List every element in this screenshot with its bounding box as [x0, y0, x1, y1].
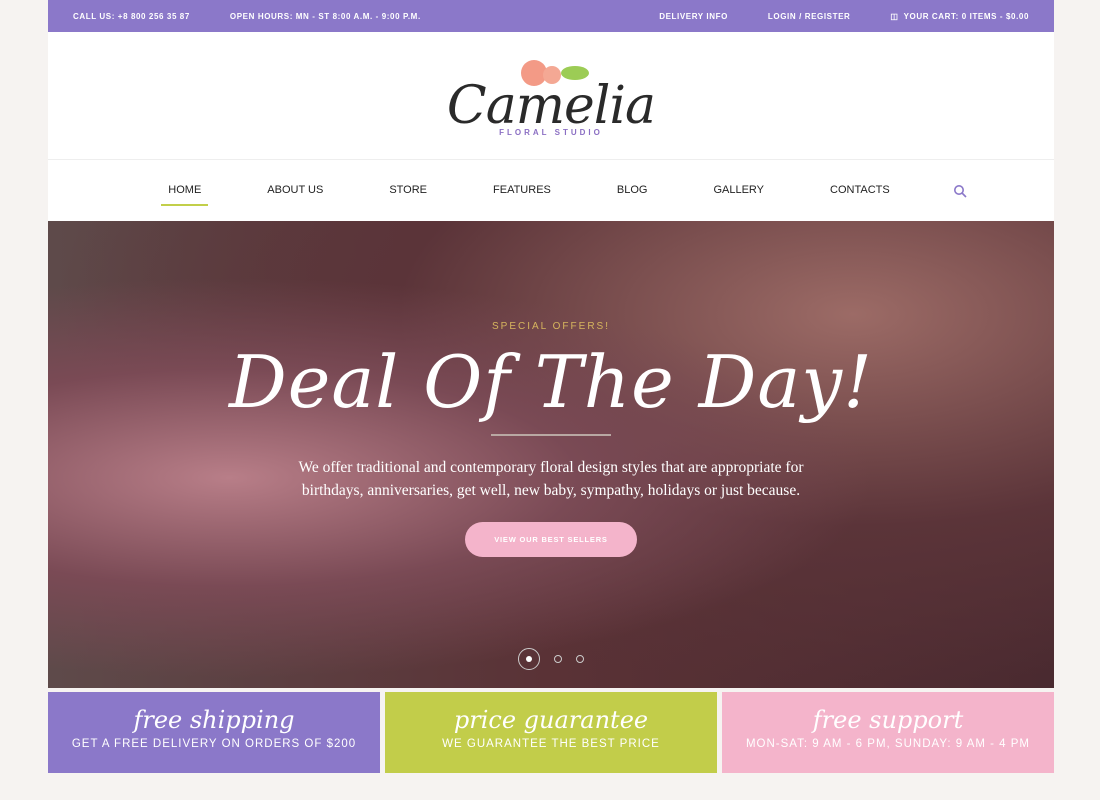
feature-desc: MON-SAT: 9 AM - 6 PM, SUNDAY: 9 AM - 4 P… — [745, 738, 1031, 750]
main-nav: HOME ABOUT US STORE FEATURES BLOG GALLER… — [48, 160, 1054, 221]
feature-desc: WE GUARANTEE THE BEST PRICE — [442, 738, 660, 750]
logo-text: Camelia — [446, 76, 656, 136]
feature-desc: GET A FREE DELIVERY ON ORDERS OF $200 — [71, 738, 357, 750]
phone: CALL US: +8 800 256 35 87 — [73, 11, 190, 21]
nav-contacts[interactable]: CONTACTS — [797, 160, 923, 221]
nav-store[interactable]: STORE — [356, 160, 460, 221]
delivery-info-link[interactable]: DELIVERY INFO — [659, 12, 728, 21]
nav-about[interactable]: ABOUT US — [234, 160, 356, 221]
feature-title: price guarantee — [453, 706, 649, 734]
nav-blog[interactable]: BLOG — [584, 160, 681, 221]
hero-title: Deal Of The Day! — [229, 340, 873, 424]
slider-dots — [48, 648, 1054, 670]
hero-slider: SPECIAL OFFERS! Deal Of The Day! We offe… — [48, 221, 1054, 688]
basket-icon: ◫ — [890, 11, 899, 21]
nav-gallery[interactable]: GALLERY — [680, 160, 797, 221]
search-icon[interactable] — [953, 184, 967, 198]
login-register-link[interactable]: LOGIN / REGISTER — [768, 12, 851, 21]
features-row: free shipping GET A FREE DELIVERY ON ORD… — [48, 692, 1054, 773]
slide-dot-1[interactable] — [518, 648, 540, 670]
feature-support: free support MON-SAT: 9 AM - 6 PM, SUNDA… — [722, 692, 1054, 773]
feature-shipping: free shipping GET A FREE DELIVERY ON ORD… — [48, 692, 380, 773]
nav-features[interactable]: FEATURES — [460, 160, 584, 221]
slide-dot-3[interactable] — [576, 655, 584, 663]
hero-text: We offer traditional and contemporary fl… — [298, 459, 804, 499]
top-bar: CALL US: +8 800 256 35 87 OPEN HOURS: MN… — [48, 0, 1054, 32]
feature-title: free shipping — [133, 706, 295, 734]
feature-title: free support — [812, 706, 964, 734]
slide-dot-2[interactable] — [554, 655, 562, 663]
best-sellers-button[interactable]: VIEW OUR BEST SELLERS — [465, 522, 637, 557]
logo[interactable]: Camelia FLORAL STUDIO — [441, 54, 661, 144]
nav-home[interactable]: HOME — [135, 160, 234, 221]
header: Camelia FLORAL STUDIO — [48, 32, 1054, 160]
ornament-divider — [491, 434, 611, 436]
open-hours: OPEN HOURS: MN - ST 8:00 A.M. - 9:00 P.M… — [229, 11, 421, 21]
logo-tagline: FLORAL STUDIO — [499, 128, 603, 137]
hero-pretitle: SPECIAL OFFERS! — [492, 321, 610, 332]
cart-link[interactable]: ◫ YOUR CART: 0 ITEMS - $0.00 — [890, 12, 1029, 21]
feature-price: price guarantee WE GUARANTEE THE BEST PR… — [385, 692, 717, 773]
